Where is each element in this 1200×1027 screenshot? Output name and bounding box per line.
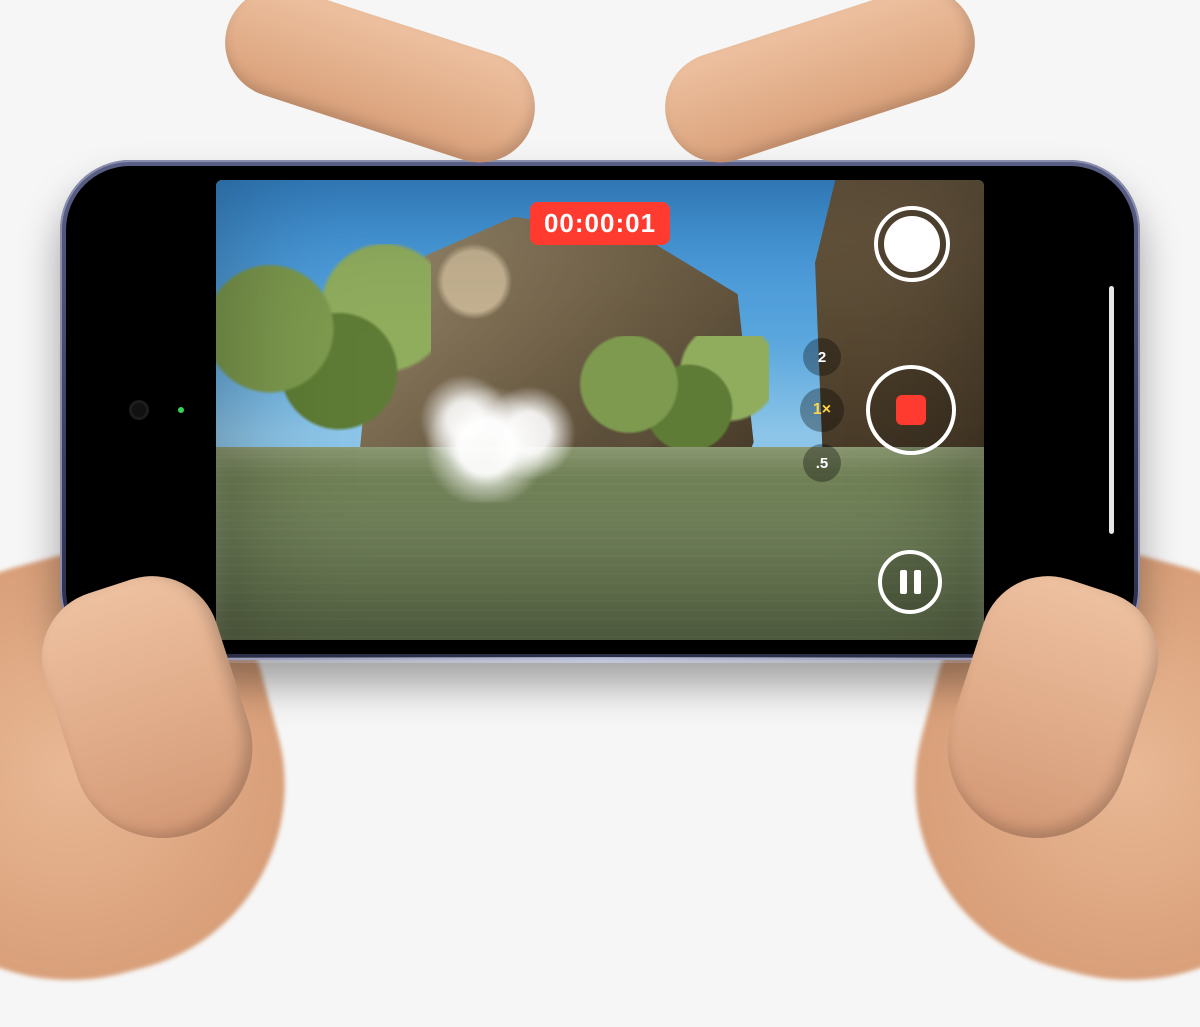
- screen-bezel: 00:00:01 2 1× .5: [66, 166, 1134, 654]
- recording-timer: 00:00:01: [530, 202, 670, 245]
- stop-icon: [896, 395, 926, 425]
- zoom-selected[interactable]: 1×: [800, 388, 844, 432]
- zoom-option-2x[interactable]: 2: [803, 338, 841, 376]
- camera-in-use-led: [178, 407, 184, 413]
- photo-shutter-button[interactable]: [874, 206, 950, 282]
- left-index-finger: [211, 0, 549, 177]
- pause-icon: [900, 570, 921, 594]
- pause-button[interactable]: [878, 550, 942, 614]
- camera-viewfinder[interactable]: 00:00:01 2 1× .5: [216, 180, 984, 640]
- right-index-finger: [651, 0, 989, 177]
- scene-vegetation-left: [216, 244, 431, 456]
- front-camera-dot: [132, 403, 146, 417]
- shutter-icon: [884, 216, 940, 272]
- record-stop-button[interactable]: [866, 365, 956, 455]
- home-indicator[interactable]: [1109, 286, 1114, 534]
- phone-frame: 00:00:01 2 1× .5: [60, 160, 1140, 660]
- zoom-control[interactable]: 2 1× .5: [800, 338, 844, 482]
- zoom-option-0_5x[interactable]: .5: [803, 444, 841, 482]
- scene-splash: [400, 364, 615, 502]
